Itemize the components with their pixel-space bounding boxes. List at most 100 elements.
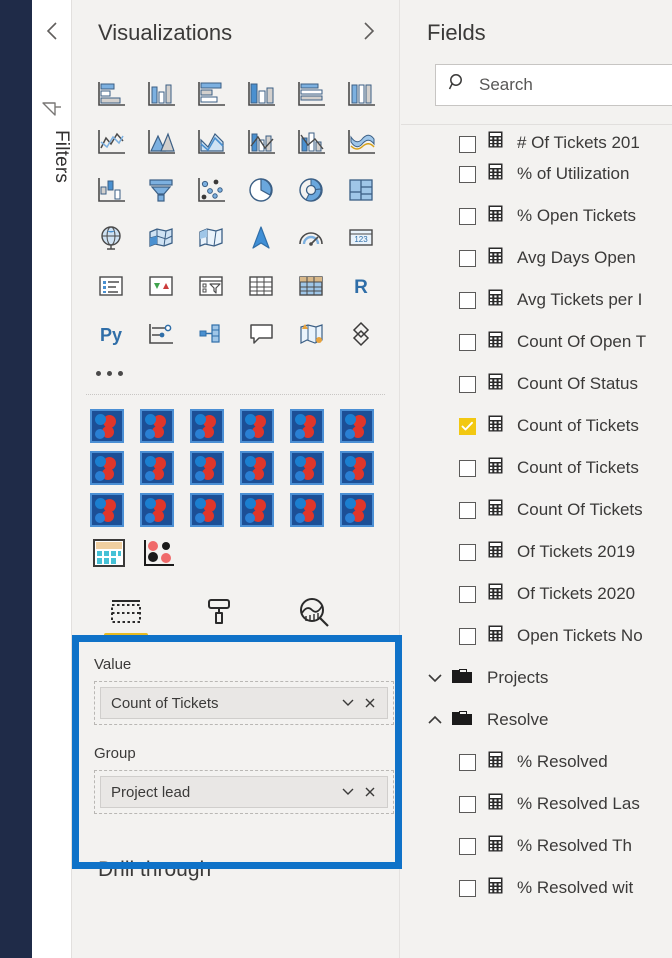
pie-chart-icon[interactable] bbox=[236, 168, 286, 212]
broken-image-placeholder-icon[interactable] bbox=[290, 451, 324, 485]
key-influencers-icon[interactable] bbox=[136, 312, 186, 356]
close-x-icon[interactable] bbox=[359, 692, 381, 714]
list-item[interactable]: Count of Tickets bbox=[401, 405, 672, 447]
field-checkbox[interactable] bbox=[459, 459, 476, 477]
list-item[interactable]: Of Tickets 2019 bbox=[401, 531, 672, 573]
field-checkbox[interactable] bbox=[459, 291, 476, 309]
matrix-icon[interactable] bbox=[286, 264, 336, 308]
list-item[interactable]: % Resolved Las bbox=[401, 783, 672, 825]
broken-image-placeholder-icon[interactable] bbox=[90, 493, 124, 527]
slicer-icon[interactable] bbox=[186, 264, 236, 308]
waterfall-chart-icon[interactable] bbox=[86, 168, 136, 212]
stacked-area-chart-icon[interactable] bbox=[186, 120, 236, 164]
chevron-down-icon[interactable] bbox=[423, 672, 447, 684]
gauge-icon[interactable] bbox=[286, 216, 336, 260]
filters-pane[interactable]: Filters bbox=[32, 0, 72, 958]
python-visual-icon[interactable]: Py bbox=[86, 312, 136, 356]
line-and-stacked-column-chart-icon[interactable] bbox=[236, 120, 286, 164]
clustered-bar-chart-icon[interactable] bbox=[186, 72, 236, 116]
list-item[interactable]: Avg Tickets per I bbox=[401, 279, 672, 321]
broken-image-placeholder-icon[interactable] bbox=[140, 409, 174, 443]
field-checkbox[interactable] bbox=[459, 207, 476, 225]
hundred-percent-stacked-bar-chart-icon[interactable] bbox=[286, 72, 336, 116]
broken-image-placeholder-icon[interactable] bbox=[190, 451, 224, 485]
broken-image-placeholder-icon[interactable] bbox=[340, 409, 374, 443]
decomposition-tree-icon[interactable] bbox=[186, 312, 236, 356]
donut-chart-icon[interactable] bbox=[286, 168, 336, 212]
chevron-down-icon[interactable] bbox=[337, 692, 359, 714]
treemap-icon[interactable] bbox=[336, 168, 386, 212]
field-checkbox[interactable] bbox=[459, 879, 476, 897]
list-item[interactable]: Count of Tickets bbox=[401, 447, 672, 489]
broken-image-placeholder-icon[interactable] bbox=[290, 493, 324, 527]
smart-narrative-icon[interactable] bbox=[286, 312, 336, 356]
card-icon[interactable]: 123 bbox=[336, 216, 386, 260]
well-chip-group[interactable]: Project lead bbox=[100, 776, 388, 808]
list-item[interactable]: Of Tickets 2020 bbox=[401, 573, 672, 615]
list-item[interactable]: % Resolved Th bbox=[401, 825, 672, 867]
list-item[interactable]: % Resolved bbox=[401, 741, 672, 783]
field-checkbox[interactable] bbox=[459, 417, 476, 435]
well-dropzone-group[interactable]: Project lead bbox=[94, 770, 394, 814]
ribbon-chart-icon[interactable] bbox=[336, 120, 386, 164]
custom-visual-dotplot-icon[interactable] bbox=[142, 537, 176, 574]
broken-image-placeholder-icon[interactable] bbox=[340, 451, 374, 485]
field-checkbox[interactable] bbox=[459, 795, 476, 813]
list-item[interactable]: % of Utilization bbox=[401, 153, 672, 195]
stacked-bar-chart-icon[interactable] bbox=[86, 72, 136, 116]
tab-analytics[interactable] bbox=[290, 587, 338, 637]
stacked-column-chart-icon[interactable] bbox=[136, 72, 186, 116]
list-item[interactable]: Count Of Status bbox=[401, 363, 672, 405]
well-chip-value[interactable]: Count of Tickets bbox=[100, 687, 388, 719]
search-input[interactable]: Search bbox=[435, 64, 672, 106]
broken-image-placeholder-icon[interactable] bbox=[290, 409, 324, 443]
kpi-icon[interactable] bbox=[136, 264, 186, 308]
chevron-down-icon[interactable] bbox=[337, 781, 359, 803]
field-checkbox[interactable] bbox=[459, 375, 476, 393]
field-checkbox[interactable] bbox=[459, 753, 476, 771]
filter-funnel-icon[interactable] bbox=[32, 94, 72, 124]
broken-image-placeholder-icon[interactable] bbox=[190, 493, 224, 527]
field-checkbox[interactable] bbox=[459, 501, 476, 519]
field-checkbox[interactable] bbox=[459, 249, 476, 267]
tab-fields[interactable] bbox=[102, 587, 150, 637]
r-script-visual-icon[interactable]: R bbox=[336, 264, 386, 308]
area-chart-icon[interactable] bbox=[136, 120, 186, 164]
line-and-clustered-column-chart-icon[interactable] bbox=[286, 120, 336, 164]
field-checkbox[interactable] bbox=[459, 333, 476, 351]
shape-map-icon[interactable] bbox=[186, 216, 236, 260]
multi-row-card-icon[interactable] bbox=[86, 264, 136, 308]
well-dropzone-value[interactable]: Count of Tickets bbox=[94, 681, 394, 725]
field-checkbox[interactable] bbox=[459, 543, 476, 561]
broken-image-placeholder-icon[interactable] bbox=[190, 409, 224, 443]
broken-image-placeholder-icon[interactable] bbox=[140, 493, 174, 527]
folder-item-projects[interactable]: Projects bbox=[401, 657, 672, 699]
field-checkbox[interactable] bbox=[459, 136, 476, 153]
list-item[interactable]: # Of Tickets 201 bbox=[401, 125, 672, 153]
azure-map-icon[interactable] bbox=[236, 216, 286, 260]
list-item[interactable]: Avg Days Open bbox=[401, 237, 672, 279]
more-options-ellipsis-icon[interactable] bbox=[72, 356, 399, 390]
close-x-icon[interactable] bbox=[359, 781, 381, 803]
list-item[interactable]: Open Tickets No bbox=[401, 615, 672, 657]
custom-visual-matrix-icon[interactable] bbox=[92, 537, 126, 574]
list-item[interactable]: Count Of Tickets bbox=[401, 489, 672, 531]
scatter-chart-icon[interactable] bbox=[186, 168, 236, 212]
list-item[interactable]: Count Of Open T bbox=[401, 321, 672, 363]
paginated-report-icon[interactable] bbox=[336, 312, 386, 356]
field-checkbox[interactable] bbox=[459, 585, 476, 603]
tab-format[interactable] bbox=[196, 587, 244, 637]
broken-image-placeholder-icon[interactable] bbox=[90, 451, 124, 485]
list-item[interactable]: % Resolved wit bbox=[401, 867, 672, 909]
broken-image-placeholder-icon[interactable] bbox=[240, 451, 274, 485]
field-checkbox[interactable] bbox=[459, 627, 476, 645]
chevron-up-icon[interactable] bbox=[423, 714, 447, 726]
field-checkbox[interactable] bbox=[459, 837, 476, 855]
folder-item-resolve[interactable]: Resolve bbox=[401, 699, 672, 741]
broken-image-placeholder-icon[interactable] bbox=[140, 451, 174, 485]
line-chart-icon[interactable] bbox=[86, 120, 136, 164]
chevron-right-icon[interactable] bbox=[355, 18, 381, 44]
funnel-chart-icon[interactable] bbox=[136, 168, 186, 212]
field-checkbox[interactable] bbox=[459, 165, 476, 183]
broken-image-placeholder-icon[interactable] bbox=[90, 409, 124, 443]
